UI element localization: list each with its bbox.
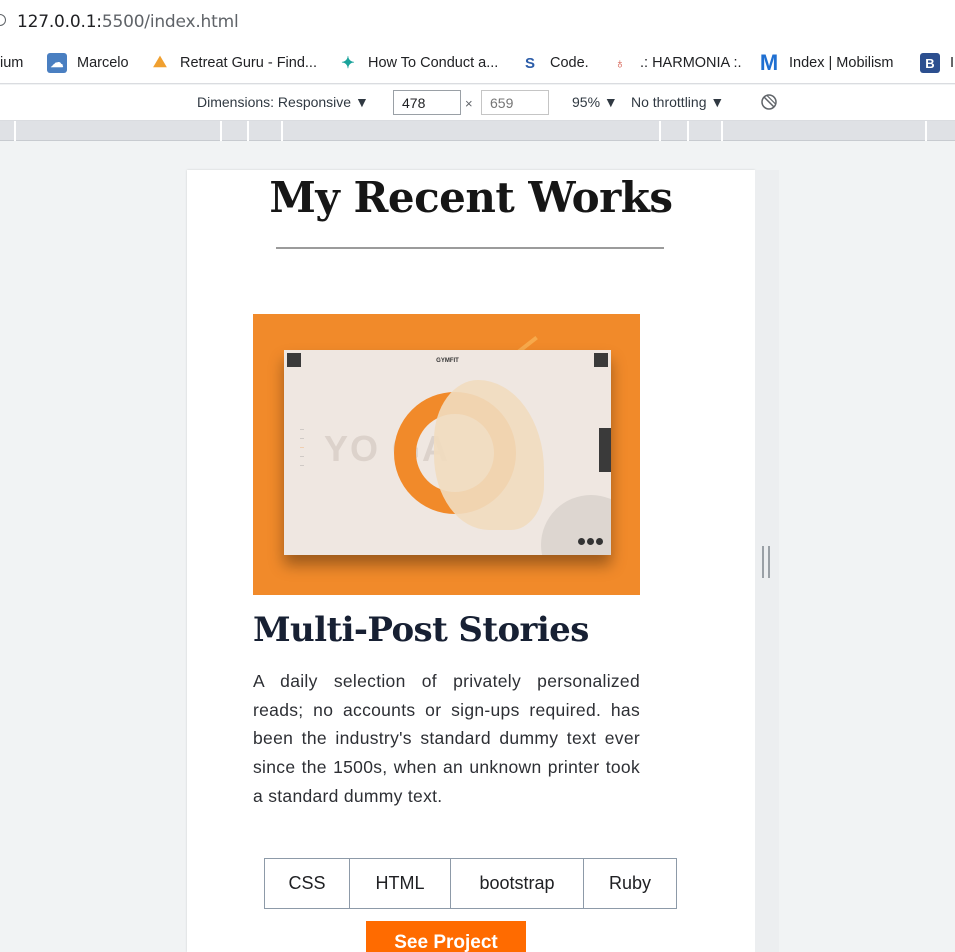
b-icon: B	[920, 53, 940, 73]
bookmark-label: Retreat Guru - Find...	[180, 55, 317, 71]
dimensions-dropdown[interactable]: Dimensions: Responsive ▼	[197, 94, 369, 110]
mock-corner-shape	[541, 495, 611, 555]
emulated-viewport: My Recent Works GYMFIT YO GA — — — — — Multi…	[187, 170, 755, 952]
url-text[interactable]: 127.0.0.1:5500/index.html	[17, 12, 239, 32]
viewport-resize-handle[interactable]	[755, 170, 779, 952]
bookmark-label: I	[950, 55, 955, 71]
rotate-icon[interactable]	[760, 93, 778, 111]
cloud-icon: ☁	[47, 53, 67, 73]
device-toolbar: Dimensions: Responsive ▼ × 95% ▼ No thro…	[0, 85, 955, 121]
tech-tag: HTML	[350, 859, 451, 908]
section-title: My Recent Works	[269, 173, 673, 222]
bookmark-item[interactable]: ☁ Marcelo	[47, 52, 129, 74]
website-mockup: GYMFIT YO GA — — — — —	[284, 350, 611, 555]
bookmark-label: ium	[0, 55, 24, 71]
title-divider	[276, 247, 664, 249]
star-icon: ✦	[341, 55, 355, 72]
media-query-ruler[interactable]	[0, 121, 955, 141]
bookmark-label: .: HARMONIA :.	[640, 55, 742, 71]
throttling-dropdown[interactable]: No throttling ▼	[631, 94, 724, 110]
bookmark-item[interactable]: M Index | Mobilism	[759, 50, 894, 75]
bookmark-label: Code.	[550, 55, 589, 71]
tech-tag: Ruby	[608, 873, 652, 893]
bookmark-label: Marcelo	[77, 55, 129, 71]
bookmark-item[interactable]: ⛰ Retreat Guru - Find...	[150, 52, 317, 74]
url-path: 5500/index.html	[101, 12, 239, 32]
width-input[interactable]	[393, 90, 461, 115]
project-image: GYMFIT YO GA — — — — —	[253, 314, 640, 595]
bookmark-item[interactable]: ium	[0, 52, 23, 74]
project-title: Multi-Post Stories	[253, 610, 589, 650]
times-separator: ×	[465, 96, 473, 111]
bookmark-label: Index | Mobilism	[789, 55, 894, 71]
bookmark-item[interactable]: B I	[920, 52, 954, 74]
harmonia-icon: ♁	[614, 55, 626, 71]
mock-side-tab	[599, 428, 611, 472]
site-info-icon[interactable]	[0, 14, 6, 26]
height-input[interactable]	[481, 90, 549, 115]
zoom-dropdown[interactable]: 95% ▼	[572, 94, 618, 110]
url-host: 127.0.0.1:	[17, 12, 102, 32]
mock-logo: GYMFIT	[436, 358, 459, 364]
mock-dots	[578, 538, 603, 545]
address-bar[interactable]: 127.0.0.1:5500/index.html	[0, 0, 955, 42]
project-description: A daily selection of privately personali…	[253, 671, 640, 806]
tech-tag: bootstrap	[451, 859, 584, 908]
retreat-icon: ⛰	[153, 54, 167, 71]
mock-side-menu: — — — — —	[300, 426, 304, 467]
mobilism-icon: M	[759, 50, 779, 75]
mock-yoga-figure	[434, 380, 544, 530]
bookmark-item[interactable]: ✦ How To Conduct a...	[338, 52, 498, 74]
tech-tag-list: CSS HTML bootstrap Ruby	[264, 858, 677, 909]
see-project-button[interactable]: See Project	[366, 921, 526, 952]
bookmark-item[interactable]: ♁ .: HARMONIA :.	[610, 52, 742, 74]
bookmark-item[interactable]: S Code.	[520, 52, 589, 74]
code-icon: S	[524, 54, 535, 72]
bookmarks-bar: ium ☁ Marcelo ⛰ Retreat Guru - Find... ✦…	[0, 42, 955, 84]
tech-tag: CSS	[265, 859, 350, 908]
bookmark-label: How To Conduct a...	[368, 55, 499, 71]
resize-grip-icon[interactable]	[762, 546, 770, 578]
